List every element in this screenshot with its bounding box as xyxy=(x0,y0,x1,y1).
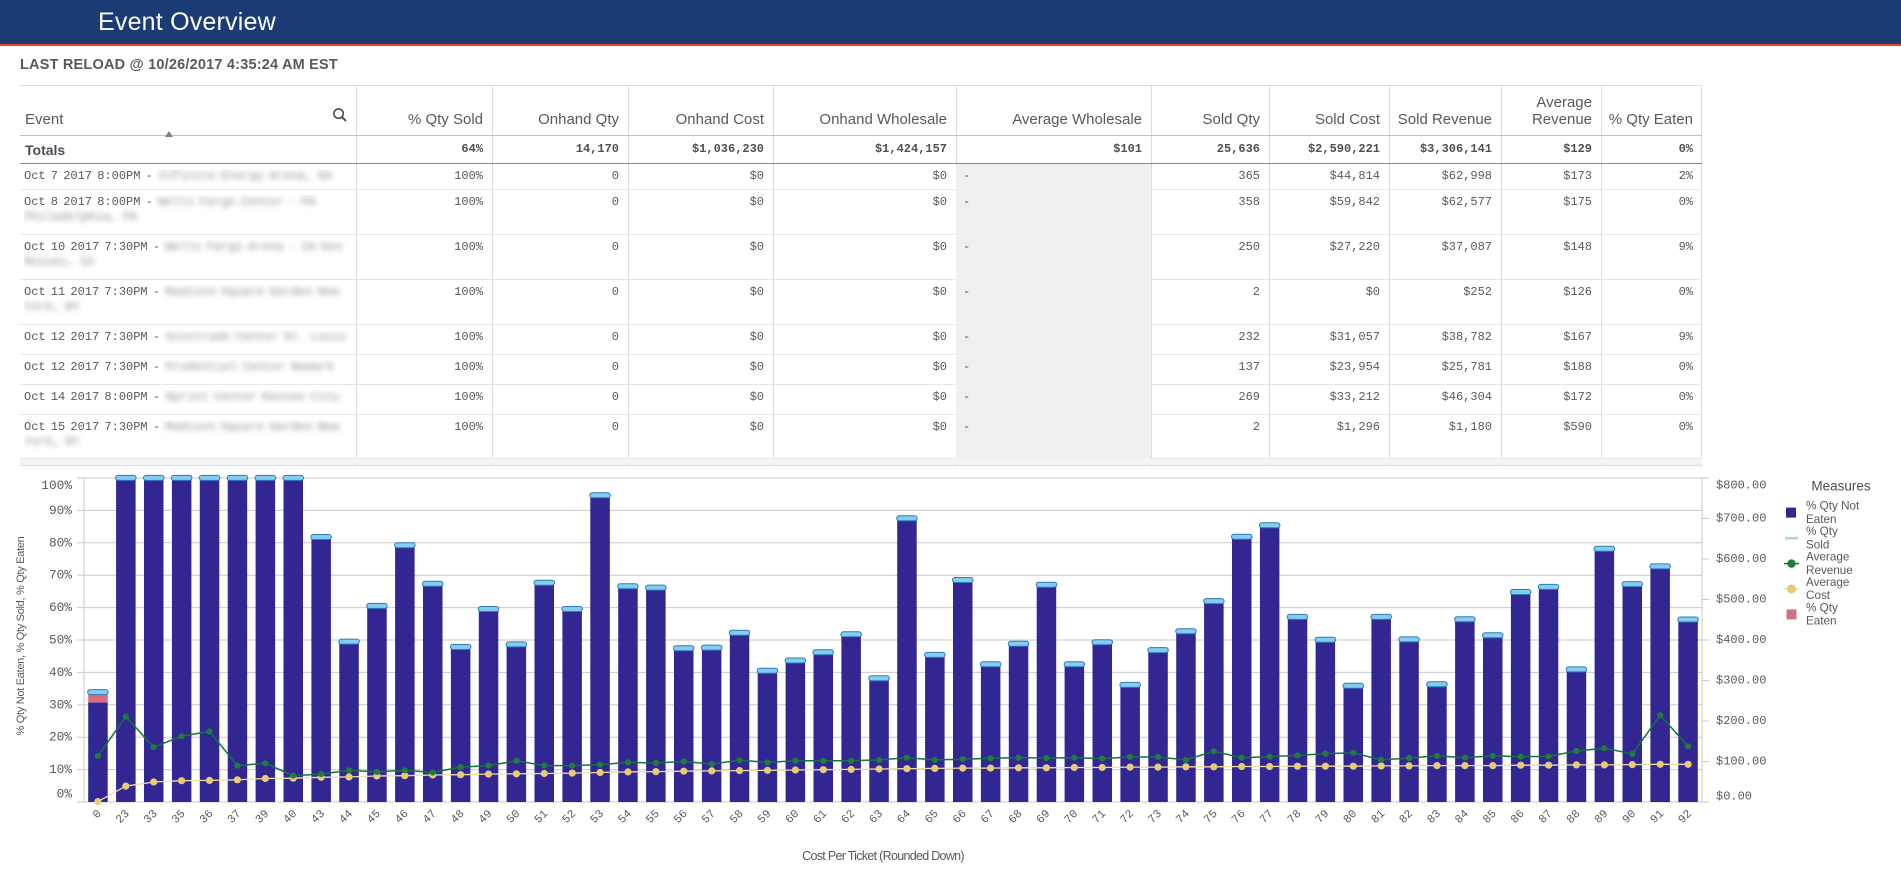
svg-text:46: 46 xyxy=(393,808,412,827)
svg-text:50: 50 xyxy=(504,808,523,827)
svg-text:63: 63 xyxy=(867,808,886,827)
svg-text:44: 44 xyxy=(337,808,356,827)
svg-text:92: 92 xyxy=(1676,808,1695,827)
svg-text:20%: 20% xyxy=(49,730,72,745)
svg-text:47: 47 xyxy=(421,808,440,827)
svg-text:80: 80 xyxy=(1341,808,1360,827)
svg-text:Measures: Measures xyxy=(1811,479,1871,494)
svg-text:81: 81 xyxy=(1369,808,1388,827)
svg-text:39: 39 xyxy=(253,808,272,827)
svg-text:% Qty Not: % Qty Not xyxy=(1806,500,1860,513)
svg-text:Average: Average xyxy=(1806,576,1849,589)
svg-text:40%: 40% xyxy=(49,665,72,680)
svg-text:$600.00: $600.00 xyxy=(1716,552,1766,566)
svg-text:56: 56 xyxy=(672,808,691,827)
svg-text:100%: 100% xyxy=(41,478,72,493)
svg-text:Sold: Sold xyxy=(1806,538,1829,551)
svg-text:64: 64 xyxy=(895,808,914,827)
svg-text:66: 66 xyxy=(951,808,970,827)
svg-text:Eaten: Eaten xyxy=(1806,513,1837,526)
svg-text:88: 88 xyxy=(1564,808,1583,827)
svg-text:Eaten: Eaten xyxy=(1806,615,1837,628)
svg-text:78: 78 xyxy=(1285,808,1304,827)
svg-text:76: 76 xyxy=(1230,808,1249,827)
svg-text:68: 68 xyxy=(1006,808,1025,827)
svg-text:83: 83 xyxy=(1425,808,1444,827)
svg-text:0%: 0% xyxy=(57,787,73,802)
svg-text:36: 36 xyxy=(197,808,216,827)
svg-text:60%: 60% xyxy=(49,600,72,615)
svg-text:89: 89 xyxy=(1592,808,1611,827)
svg-text:37: 37 xyxy=(225,808,244,827)
svg-text:79: 79 xyxy=(1313,808,1332,827)
svg-text:$800.00: $800.00 xyxy=(1716,479,1766,493)
svg-text:59: 59 xyxy=(755,808,774,827)
svg-text:30%: 30% xyxy=(49,697,72,712)
svg-text:69: 69 xyxy=(1034,808,1053,827)
svg-text:71: 71 xyxy=(1090,808,1109,827)
svg-text:45: 45 xyxy=(365,808,384,827)
svg-text:54: 54 xyxy=(616,808,635,827)
svg-text:% Qty Not Eaten, % Qty Sold, %: % Qty Not Eaten, % Qty Sold, % Qty Eaten xyxy=(15,536,27,735)
svg-text:70: 70 xyxy=(1062,808,1081,827)
svg-text:% Qty: % Qty xyxy=(1806,601,1838,614)
svg-text:84: 84 xyxy=(1453,808,1472,827)
svg-text:35: 35 xyxy=(169,808,188,827)
svg-text:65: 65 xyxy=(923,808,942,827)
svg-text:80%: 80% xyxy=(49,535,72,550)
svg-text:73: 73 xyxy=(1146,808,1165,827)
svg-text:Average: Average xyxy=(1806,551,1849,564)
svg-text:50%: 50% xyxy=(49,633,72,648)
svg-text:52: 52 xyxy=(560,808,579,827)
svg-text:67: 67 xyxy=(978,808,997,827)
svg-text:% Qty: % Qty xyxy=(1806,525,1838,538)
svg-text:Cost: Cost xyxy=(1806,589,1831,602)
svg-text:90%: 90% xyxy=(49,503,72,518)
svg-text:$400.00: $400.00 xyxy=(1716,633,1766,647)
svg-text:$100.00: $100.00 xyxy=(1716,755,1766,769)
svg-text:$200.00: $200.00 xyxy=(1716,714,1766,728)
svg-text:91: 91 xyxy=(1648,808,1667,827)
svg-text:$700.00: $700.00 xyxy=(1716,512,1766,526)
svg-text:85: 85 xyxy=(1481,808,1500,827)
svg-text:$0.00: $0.00 xyxy=(1716,790,1752,804)
svg-text:40: 40 xyxy=(281,808,300,827)
svg-text:55: 55 xyxy=(644,808,663,827)
svg-text:Revenue: Revenue xyxy=(1806,564,1853,577)
svg-text:77: 77 xyxy=(1257,808,1276,827)
svg-text:$300.00: $300.00 xyxy=(1716,674,1766,688)
svg-text:82: 82 xyxy=(1397,808,1416,827)
svg-text:62: 62 xyxy=(839,808,858,827)
svg-text:53: 53 xyxy=(588,808,607,827)
svg-text:43: 43 xyxy=(309,808,328,827)
svg-text:86: 86 xyxy=(1509,808,1528,827)
svg-text:51: 51 xyxy=(532,808,551,827)
svg-text:60: 60 xyxy=(783,808,802,827)
svg-text:$500.00: $500.00 xyxy=(1716,593,1766,607)
svg-text:61: 61 xyxy=(811,808,830,827)
svg-text:33: 33 xyxy=(142,808,161,827)
svg-text:48: 48 xyxy=(448,808,467,827)
svg-text:74: 74 xyxy=(1174,808,1193,827)
svg-text:58: 58 xyxy=(727,808,746,827)
svg-text:70%: 70% xyxy=(49,568,72,583)
svg-text:49: 49 xyxy=(476,808,495,827)
svg-text:10%: 10% xyxy=(49,762,72,777)
svg-text:87: 87 xyxy=(1536,808,1555,827)
svg-text:57: 57 xyxy=(700,808,719,827)
svg-text:Cost Per Ticket (Rounded Down): Cost Per Ticket (Rounded Down) xyxy=(802,849,964,863)
svg-text:23: 23 xyxy=(114,808,133,827)
svg-text:75: 75 xyxy=(1202,808,1221,827)
svg-text:0: 0 xyxy=(91,808,105,822)
svg-text:90: 90 xyxy=(1620,808,1639,827)
svg-text:72: 72 xyxy=(1118,808,1137,827)
